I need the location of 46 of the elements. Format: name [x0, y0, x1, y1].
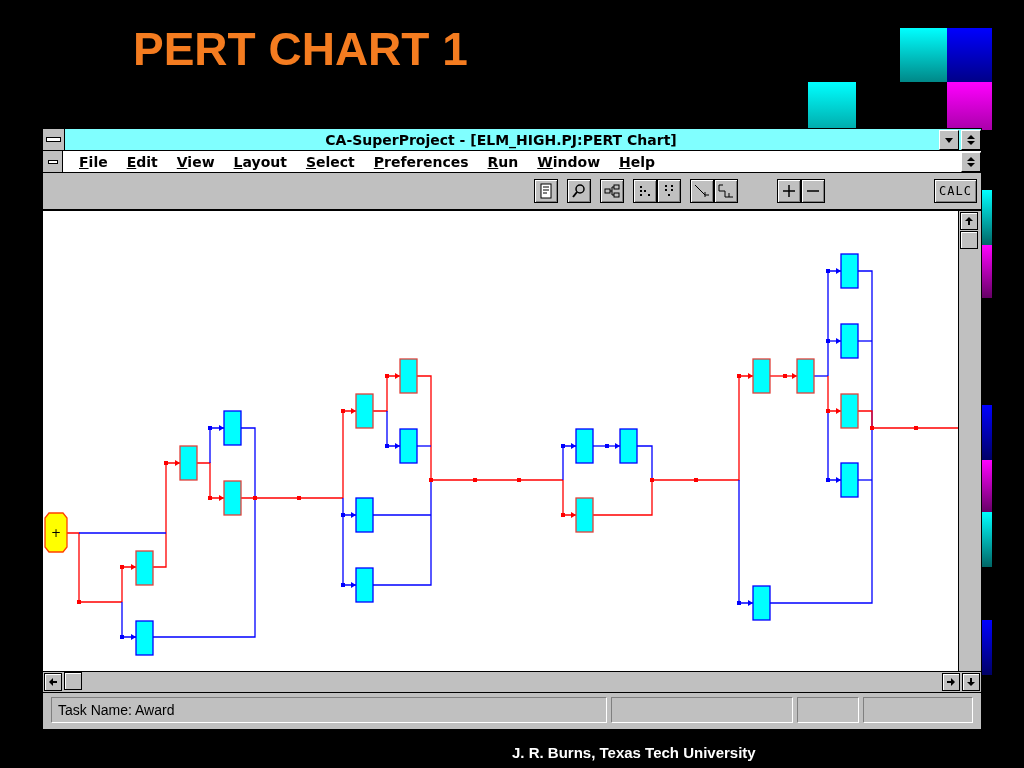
- slide-title: PERT CHART 1: [133, 22, 468, 77]
- menu-item[interactable]: Preferences: [361, 153, 476, 170]
- scroll-thumb[interactable]: [960, 231, 978, 249]
- footer-credit: J. R. Burns, Texas Tech University: [512, 744, 756, 761]
- menu-item[interactable]: Help: [607, 153, 663, 170]
- scroll-left-button[interactable]: [44, 673, 62, 691]
- start-node[interactable]: +: [44, 512, 68, 553]
- decorative-square: [808, 82, 856, 130]
- menu-item[interactable]: Edit: [114, 153, 165, 170]
- search-icon[interactable]: [567, 179, 592, 203]
- plus-icon[interactable]: [777, 179, 802, 203]
- menu-item[interactable]: File: [67, 153, 115, 170]
- left-arrow-icon: [48, 677, 58, 687]
- calc-button[interactable]: CALC: [934, 179, 977, 203]
- window-title: CA-SuperProject - [ELM_HIGH.PJ:PERT Chart]: [324, 131, 678, 148]
- restore-button[interactable]: [961, 129, 981, 150]
- right-arrow-icon: [946, 677, 956, 687]
- document-menu-button[interactable]: [43, 151, 63, 172]
- hierarchy-icon[interactable]: [600, 179, 625, 203]
- down-arrow-icon: [966, 677, 976, 687]
- menu-item[interactable]: Run: [475, 153, 526, 170]
- up-arrow-icon: [964, 216, 974, 226]
- horizontal-scrollbar[interactable]: [43, 672, 961, 692]
- vertical-scrollbar[interactable]: [958, 211, 981, 671]
- up-down-arrow-icon: [965, 155, 977, 168]
- decorative-square: [947, 28, 992, 82]
- dot-cluster-icon[interactable]: [633, 179, 658, 203]
- up-down-arrow-icon: [965, 133, 977, 146]
- scroll-thumb[interactable]: [64, 672, 82, 690]
- minus-icon[interactable]: [801, 179, 826, 203]
- menu-item[interactable]: Layout: [221, 153, 294, 170]
- menu-item[interactable]: Select: [293, 153, 362, 170]
- minimize-button[interactable]: [939, 129, 959, 150]
- system-menu-button[interactable]: [43, 129, 65, 150]
- dot-grid-icon[interactable]: [657, 179, 682, 203]
- status-text: Task Name: Award: [51, 697, 607, 723]
- decorative-square: [947, 82, 992, 130]
- menu-item[interactable]: View: [164, 153, 222, 170]
- report-icon[interactable]: [534, 179, 559, 203]
- scroll-right-button[interactable]: [942, 673, 960, 691]
- document-restore-button[interactable]: [961, 151, 981, 172]
- decorative-square: [900, 28, 947, 82]
- status-panel: [797, 697, 859, 723]
- scroll-up-button[interactable]: [960, 212, 978, 230]
- scroll-down-button[interactable]: [962, 673, 980, 691]
- menu-item[interactable]: Window: [525, 153, 608, 170]
